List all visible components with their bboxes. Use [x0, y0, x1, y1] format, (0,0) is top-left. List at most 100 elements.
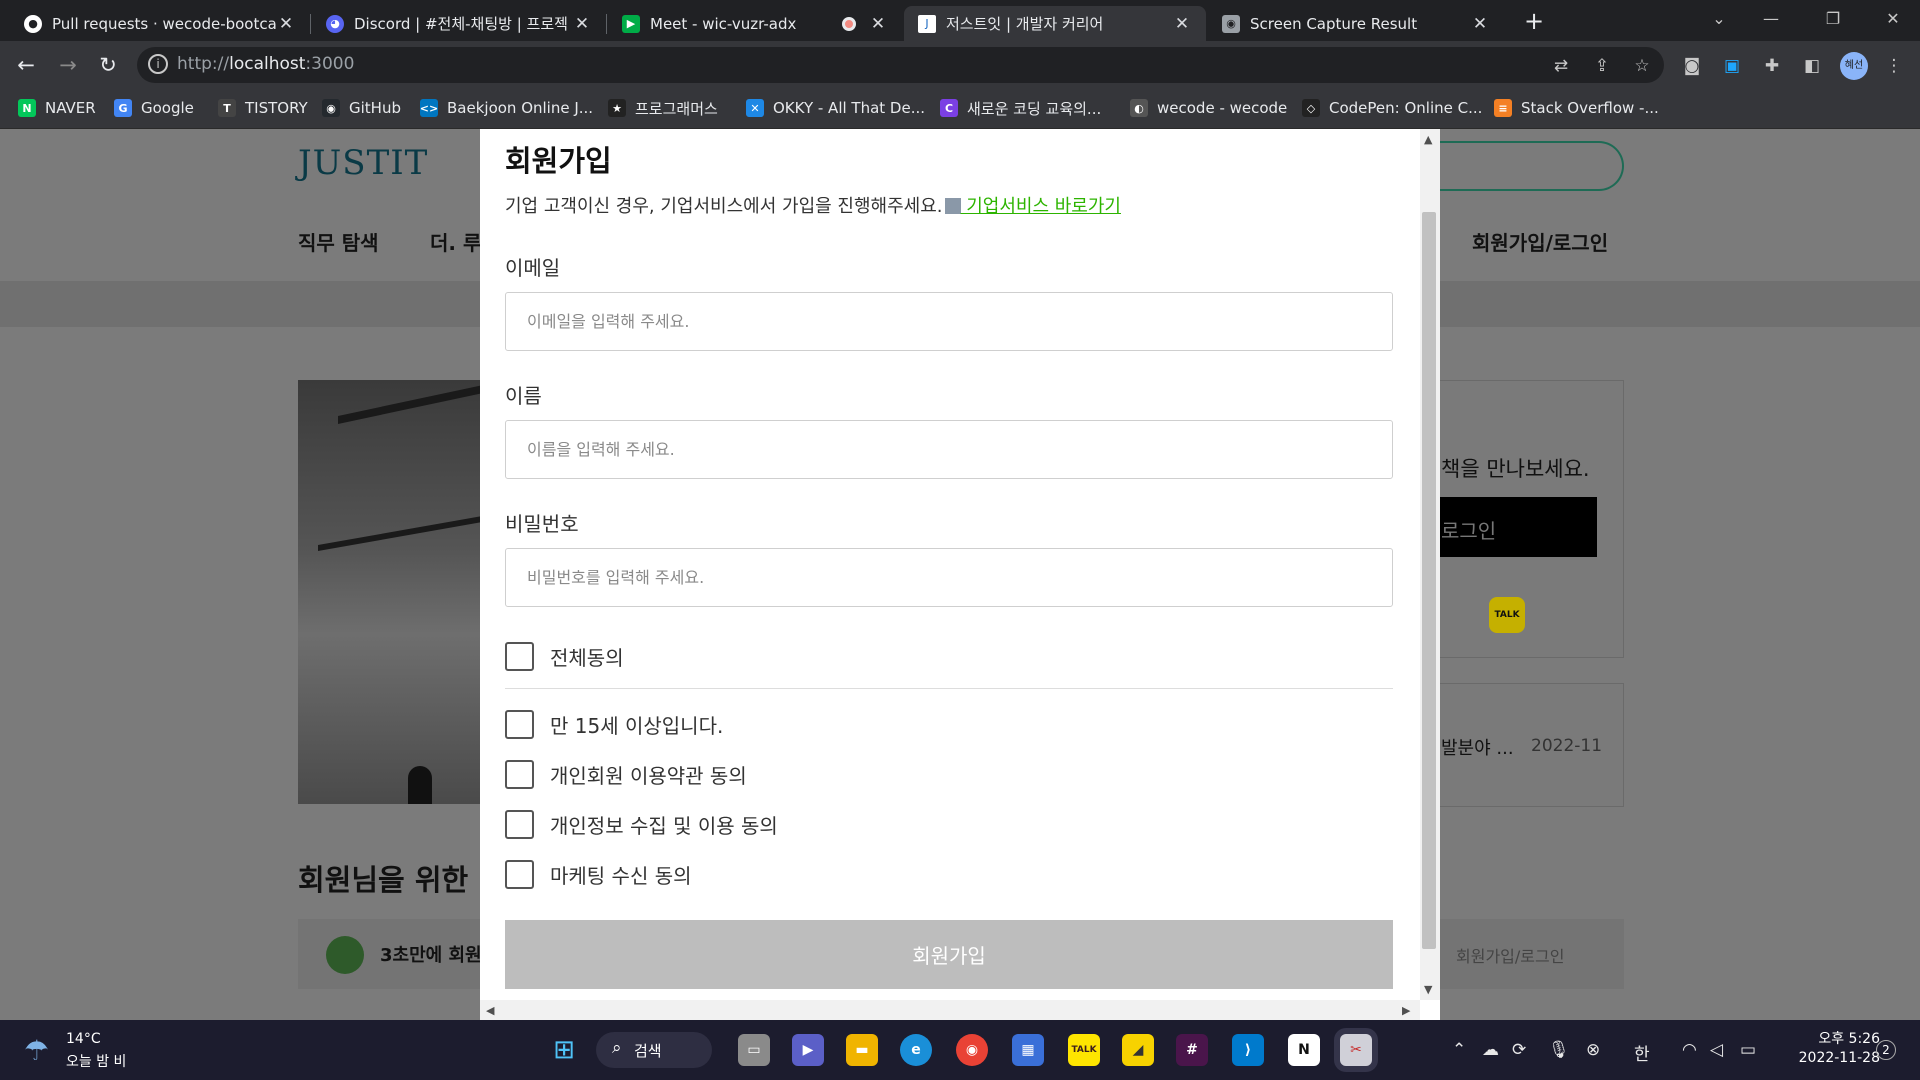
scroll-up-arrow-icon[interactable]: ▲ — [1424, 133, 1432, 146]
teams-icon[interactable]: ▶ — [792, 1034, 824, 1066]
close-icon[interactable]: ✕ — [276, 14, 296, 34]
kakaotalk-icon[interactable]: TALK — [1068, 1034, 1100, 1066]
weather-temp[interactable]: 14°C — [66, 1031, 101, 1047]
password-field[interactable] — [505, 548, 1393, 607]
agree-age-checkbox[interactable] — [505, 710, 534, 739]
site-logo[interactable]: JUSTIT — [298, 143, 428, 183]
bookmark-item[interactable]: ≡ Stack Overflow -... — [1494, 96, 1659, 120]
clock-date[interactable]: 2022-11-28 — [1780, 1050, 1880, 1066]
bookmark-icon: ◇ — [1302, 99, 1320, 117]
banner-login-link[interactable]: 회원가입/로그인 — [1456, 943, 1564, 967]
close-icon[interactable]: ✕ — [1470, 14, 1490, 34]
wifi-icon[interactable]: ◠ — [1682, 1040, 1697, 1060]
slack-icon[interactable]: # — [1176, 1034, 1208, 1066]
agree-age-row[interactable]: 만 15세 이상입니다. — [505, 710, 723, 739]
bookmark-item[interactable]: ◇ CodePen: Online C... — [1302, 96, 1482, 120]
menu-kebab-icon[interactable]: ⋮ — [1882, 54, 1906, 78]
address-bar[interactable] — [137, 47, 1664, 83]
file-explorer-icon[interactable]: ▬ — [846, 1034, 878, 1066]
agree-marketing-row[interactable]: 마케팅 수신 동의 — [505, 860, 692, 889]
task-view-icon[interactable]: ▭ — [738, 1034, 770, 1066]
business-service-link[interactable]: 기업서비스 바로가기 — [961, 196, 1121, 217]
edge-icon[interactable]: e — [900, 1034, 932, 1066]
notification-badge[interactable]: 2 — [1876, 1040, 1896, 1060]
tab-screen-capture[interactable]: ◉ Screen Capture Result ✕ — [1208, 6, 1504, 41]
tab-justit[interactable]: J 저스트잇 | 개발자 커리어 ✕ — [904, 6, 1206, 41]
agree-privacy-checkbox[interactable] — [505, 810, 534, 839]
close-circle-icon[interactable]: ⊗ — [1586, 1040, 1600, 1060]
nav-login[interactable]: 회원가입/로그인 — [1472, 227, 1608, 256]
profile-avatar[interactable]: 혜선 — [1840, 52, 1868, 80]
tab-meet[interactable]: ▶ Meet - wic-vuzr-adx ✕ — [608, 6, 902, 41]
bookmark-item[interactable]: <> Baekjoon Online J... — [420, 96, 593, 120]
kakao-talk-icon[interactable]: TALK — [1489, 597, 1525, 633]
bookmark-star-icon[interactable]: ☆ — [1630, 54, 1654, 78]
tab-search-icon[interactable]: ⌄ — [1696, 4, 1742, 34]
snipping-tool-icon[interactable]: ✂ — [1340, 1034, 1372, 1066]
windows-start-icon[interactable]: ⊞ — [548, 1034, 580, 1066]
camera-extension-icon[interactable]: ◙ — [1680, 54, 1704, 78]
agree-all-checkbox[interactable] — [505, 642, 534, 671]
chevron-up-icon[interactable]: ⌃ — [1452, 1040, 1466, 1060]
agree-privacy-row[interactable]: 개인정보 수집 및 이용 동의 — [505, 810, 778, 839]
weather-rain-icon[interactable]: ☂ — [24, 1034, 49, 1067]
close-icon[interactable]: ✕ — [1172, 14, 1192, 34]
forward-arrow-icon[interactable]: → — [52, 49, 84, 81]
signup-submit-button[interactable]: 회원가입 — [505, 920, 1393, 989]
tab-github[interactable]: ● Pull requests · wecode-bootcam ✕ — [10, 6, 310, 41]
share-icon[interactable]: ⇪ — [1590, 54, 1614, 78]
bookmark-item[interactable]: ◉ GitHub — [322, 96, 401, 120]
agree-terms-row[interactable]: 개인회원 이용약관 동의 — [505, 760, 747, 789]
window-close-button[interactable]: ✕ — [1870, 4, 1916, 34]
restore-button[interactable]: ❐ — [1810, 4, 1856, 34]
volume-icon[interactable]: ◁ — [1710, 1040, 1723, 1060]
scrollbar-thumb[interactable] — [1422, 212, 1436, 949]
back-arrow-icon[interactable]: ← — [10, 49, 42, 81]
store-icon[interactable]: ▦ — [1012, 1034, 1044, 1066]
email-field[interactable] — [505, 292, 1393, 351]
login-button[interactable]: 로그인 — [1421, 497, 1597, 557]
minimize-button[interactable]: — — [1748, 4, 1794, 34]
ime-indicator[interactable]: 한 — [1634, 1040, 1650, 1065]
nav-more[interactable]: 더. 루 — [430, 227, 481, 256]
puzzle-icon[interactable]: ✚ — [1760, 54, 1784, 78]
agree-marketing-checkbox[interactable] — [505, 860, 534, 889]
name-field[interactable] — [505, 420, 1393, 479]
news-card[interactable]: 발분야 ... 2022-11 — [1420, 683, 1624, 807]
sync-icon[interactable]: ⟳ — [1512, 1040, 1526, 1060]
close-icon[interactable]: ✕ — [572, 14, 592, 34]
translate-icon[interactable]: ⇄ — [1549, 54, 1573, 78]
weather-desc[interactable]: 오늘 밤 비 — [66, 1051, 126, 1071]
bookmark-item[interactable]: ✕ OKKY - All That De... — [746, 96, 925, 120]
bookmark-item[interactable]: G Google — [114, 96, 194, 120]
bookmark-item[interactable]: N NAVER — [18, 96, 96, 120]
tab-discord[interactable]: ◕ Discord | #전체-채팅방 | 프로젝 ✕ — [312, 6, 606, 41]
bookmark-item[interactable]: C 새로운 코딩 교육의... — [940, 96, 1101, 120]
nav-job-search[interactable]: 직무 탐색 — [298, 227, 379, 256]
battery-icon[interactable]: ▭ — [1740, 1040, 1756, 1060]
scroll-right-arrow-icon[interactable]: ▶ — [1402, 1004, 1410, 1017]
agree-terms-checkbox[interactable] — [505, 760, 534, 789]
notion-icon[interactable]: N — [1288, 1034, 1320, 1066]
agree-all-row[interactable]: 전체동의 — [505, 642, 624, 671]
horizontal-scrollbar[interactable] — [480, 1000, 1420, 1020]
bookmark-item[interactable]: ◐ wecode - wecode — [1130, 96, 1287, 120]
close-icon[interactable]: ✕ — [868, 14, 888, 34]
reload-icon[interactable]: ↻ — [92, 49, 124, 81]
taskbar-search[interactable]: ⌕ 검색 — [596, 1032, 712, 1068]
side-panel-icon[interactable]: ◧ — [1800, 54, 1824, 78]
scroll-left-arrow-icon[interactable]: ◀ — [486, 1004, 494, 1017]
scroll-down-arrow-icon[interactable]: ▼ — [1424, 983, 1432, 996]
bookmark-item[interactable]: T TISTORY — [218, 96, 308, 120]
clock-time[interactable]: 오후 5:26 — [1780, 1028, 1880, 1048]
microphone-icon[interactable]: 🎙 — [1548, 1040, 1570, 1060]
new-tab-button[interactable]: + — [1520, 8, 1548, 36]
bookmark-item[interactable]: ★ 프로그래머스 — [608, 96, 718, 120]
onedrive-icon[interactable]: ☁ — [1482, 1040, 1499, 1060]
sticky-notes-icon[interactable]: ◢ — [1122, 1034, 1154, 1066]
chrome-icon[interactable]: ◉ — [956, 1034, 988, 1066]
vscode-icon[interactable]: ⟩ — [1232, 1034, 1264, 1066]
url-text[interactable]: http://localhost:3000 — [177, 54, 354, 74]
site-info-icon[interactable]: i — [148, 54, 168, 74]
extension-icon[interactable]: ▣ — [1720, 54, 1744, 78]
